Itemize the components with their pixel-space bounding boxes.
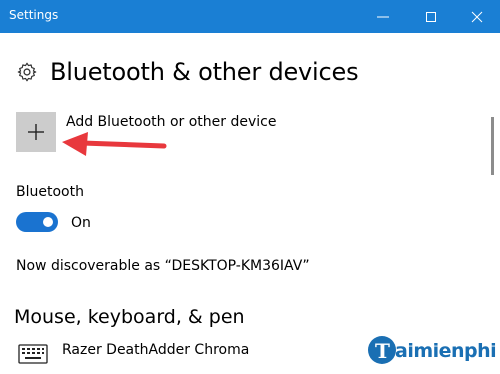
scrollbar[interactable]: [491, 117, 494, 175]
maximize-button[interactable]: [408, 0, 454, 33]
section-title: Mouse, keyboard, & pen: [14, 306, 245, 328]
add-device-label[interactable]: Add Bluetooth or other device: [66, 114, 276, 130]
add-device-button[interactable]: [16, 112, 56, 152]
close-button[interactable]: [454, 0, 500, 33]
close-icon: [471, 11, 483, 23]
annotation-arrow: [62, 132, 167, 156]
minimize-button[interactable]: [360, 0, 406, 33]
bluetooth-label: Bluetooth: [16, 184, 84, 200]
watermark-text: aimienphi: [395, 340, 497, 362]
page-title: Bluetooth & other devices: [50, 58, 359, 86]
discoverable-text: Now discoverable as “DESKTOP-KM36IAV”: [16, 258, 310, 274]
window-title: Settings: [9, 8, 59, 22]
title-bar: Settings: [0, 0, 500, 33]
maximize-icon: [426, 12, 436, 22]
device-name[interactable]: Razer DeathAdder Chroma: [62, 342, 249, 358]
watermark-logo: T aimienphi: [368, 334, 498, 370]
keyboard-icon: [18, 344, 48, 364]
bluetooth-state: On: [71, 215, 91, 231]
bluetooth-toggle[interactable]: [16, 212, 58, 232]
gear-icon: [17, 62, 37, 82]
minimize-icon: [377, 16, 389, 18]
logo-circle: T: [368, 336, 396, 364]
toggle-knob: [43, 217, 53, 227]
plus-icon: [28, 124, 44, 140]
